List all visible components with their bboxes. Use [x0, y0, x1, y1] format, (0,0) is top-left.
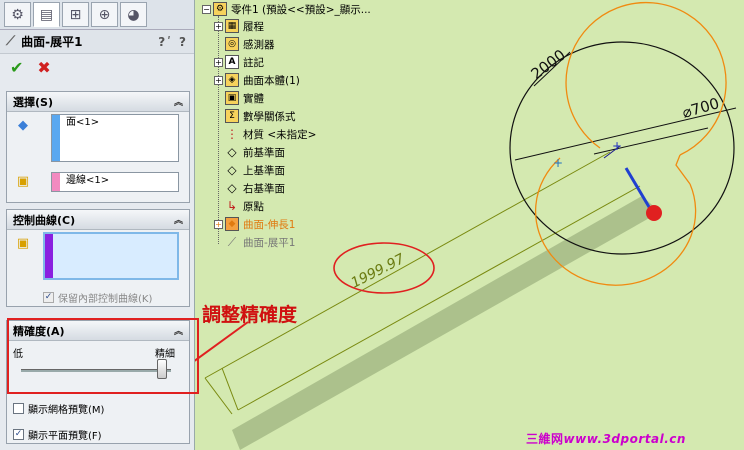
edge-selection-box[interactable]: 邊線<1>: [51, 172, 179, 192]
control-curve-header-label: 控制曲線(C): [13, 213, 76, 227]
edge-select-icon: ▣: [16, 174, 30, 189]
control-curve-box[interactable]: [43, 232, 179, 280]
accuracy-section: 精確度(A) ︽ 低 精細 顯示網格預覽(M) ✓ 顯示平面預覽(F): [6, 320, 190, 444]
show-flat-preview-checkbox[interactable]: ✓: [13, 429, 24, 440]
annotation-label: 調整精確度: [202, 304, 298, 326]
selection-section: 選擇(S) ︽ ◆ 面<1> ▣ 邊線<1>: [6, 91, 190, 203]
watermark-cn: 三維网: [526, 432, 564, 446]
accuracy-slider-thumb[interactable]: [157, 359, 167, 379]
property-manager-title: ⟋ 曲面-展平1 ?ʹ ?: [0, 30, 194, 54]
svg-text:+: +: [553, 156, 563, 170]
show-mesh-preview-label: 顯示網格預覽(M): [28, 405, 105, 416]
origin-marker-icon: [646, 205, 662, 221]
curve-select-icon: ▣: [16, 236, 30, 251]
cancel-button[interactable]: ✖: [37, 58, 50, 77]
property-manager-tab[interactable]: ▤: [33, 2, 60, 27]
accuracy-low-label: 低: [13, 349, 23, 360]
orange-edge-curve: [565, 1, 727, 156]
show-mesh-preview-checkbox[interactable]: [13, 403, 24, 414]
selection-header-label: 選擇(S): [13, 95, 53, 109]
collapse-chevron-icon[interactable]: ︽: [174, 213, 183, 226]
control-curve-section: 控制曲線(C) ︽ ▣ ✓ 保留內部控制曲線(K): [6, 209, 190, 307]
show-flat-preview-row: ✓ 顯示平面預覽(F): [13, 427, 102, 442]
collapse-chevron-icon[interactable]: ︽: [174, 95, 183, 108]
manager-tabs: ⚙ ▤ ⊞ ⊕ ◕: [0, 0, 194, 30]
accuracy-header-label: 精確度(A): [13, 324, 65, 338]
configuration-tab[interactable]: ⊞: [62, 2, 89, 27]
keep-internal-curves-checkbox[interactable]: ✓: [43, 292, 54, 303]
watermark-url: www.3dportal.cn: [563, 432, 686, 446]
graphics-viewport[interactable]: + + 1999.97 2000 ⌀700: [195, 0, 744, 450]
watermark: 三維网www.3dportal.cn: [526, 430, 686, 447]
control-curve-header[interactable]: 控制曲線(C) ︽: [7, 210, 189, 230]
display-tab[interactable]: ◕: [120, 2, 147, 27]
keep-internal-curves-row: ✓ 保留內部控制曲線(K): [43, 290, 152, 305]
keep-internal-curves-label: 保留內部控制曲線(K): [58, 294, 153, 305]
dimxpert-tab[interactable]: ⊕: [91, 2, 118, 27]
show-flat-preview-label: 顯示平面預覽(F): [28, 431, 102, 442]
face-select-icon: ◆: [18, 118, 28, 133]
outer-diameter-dimension[interactable]: 2000: [528, 46, 569, 83]
accuracy-high-label: 精細: [155, 349, 175, 360]
edge-selection-value: 邊線<1>: [66, 175, 110, 186]
inner-diameter-dimension[interactable]: ⌀700: [680, 94, 721, 122]
annotation-arrow: [195, 321, 249, 362]
feature-manager-tab[interactable]: ⚙: [4, 2, 31, 27]
ok-cancel-row: ✔ ✖: [0, 54, 194, 80]
feature-title: 曲面-展平1: [21, 35, 83, 49]
show-mesh-preview-row: 顯示網格預覽(M): [13, 401, 104, 416]
accuracy-slider[interactable]: [21, 369, 171, 372]
ok-button[interactable]: ✔: [10, 58, 23, 77]
svg-text:+: +: [612, 139, 622, 153]
property-manager-panel: ⚙ ▤ ⊞ ⊕ ◕ ⟋ 曲面-展平1 ?ʹ ? ✔ ✖ 選擇(S) ︽ ◆ 面<…: [0, 0, 195, 450]
help-icon[interactable]: ?ʹ ?: [158, 35, 188, 49]
collapse-chevron-icon[interactable]: ︽: [174, 324, 183, 337]
face-selection-value: 面<1>: [66, 117, 100, 128]
flatten-feature-icon: ⟋: [6, 34, 16, 49]
selection-header[interactable]: 選擇(S) ︽: [7, 92, 189, 112]
accuracy-header[interactable]: 精確度(A) ︽: [7, 321, 189, 341]
length-dimension[interactable]: 1999.97: [349, 251, 408, 292]
face-selection-box[interactable]: 面<1>: [51, 114, 179, 162]
